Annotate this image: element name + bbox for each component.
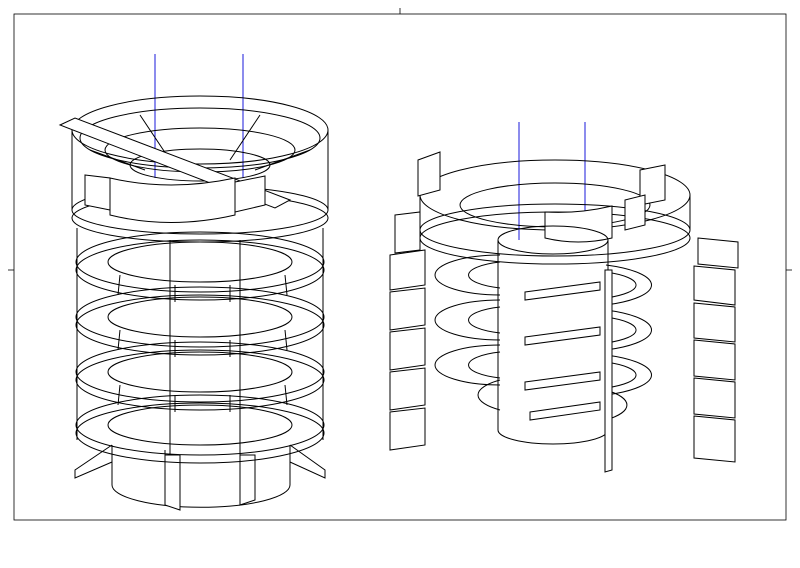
- side-panel-left: [389, 211, 426, 451]
- top-ring: [417, 151, 691, 265]
- cad-drawing: [8, 8, 792, 521]
- top-ring: [58, 95, 329, 243]
- side-panel-right: [693, 237, 739, 463]
- floor-level-3: [75, 341, 325, 412]
- floor-level-2: [75, 286, 325, 357]
- drawing-sheet: [0, 0, 800, 568]
- exploded-structure: [389, 122, 739, 473]
- floor-level-4: [75, 394, 325, 464]
- cylinder-body: [74, 228, 326, 511]
- landing-plates: [524, 281, 601, 421]
- vertical-blade: [604, 269, 613, 473]
- assembled-structure: [58, 54, 329, 511]
